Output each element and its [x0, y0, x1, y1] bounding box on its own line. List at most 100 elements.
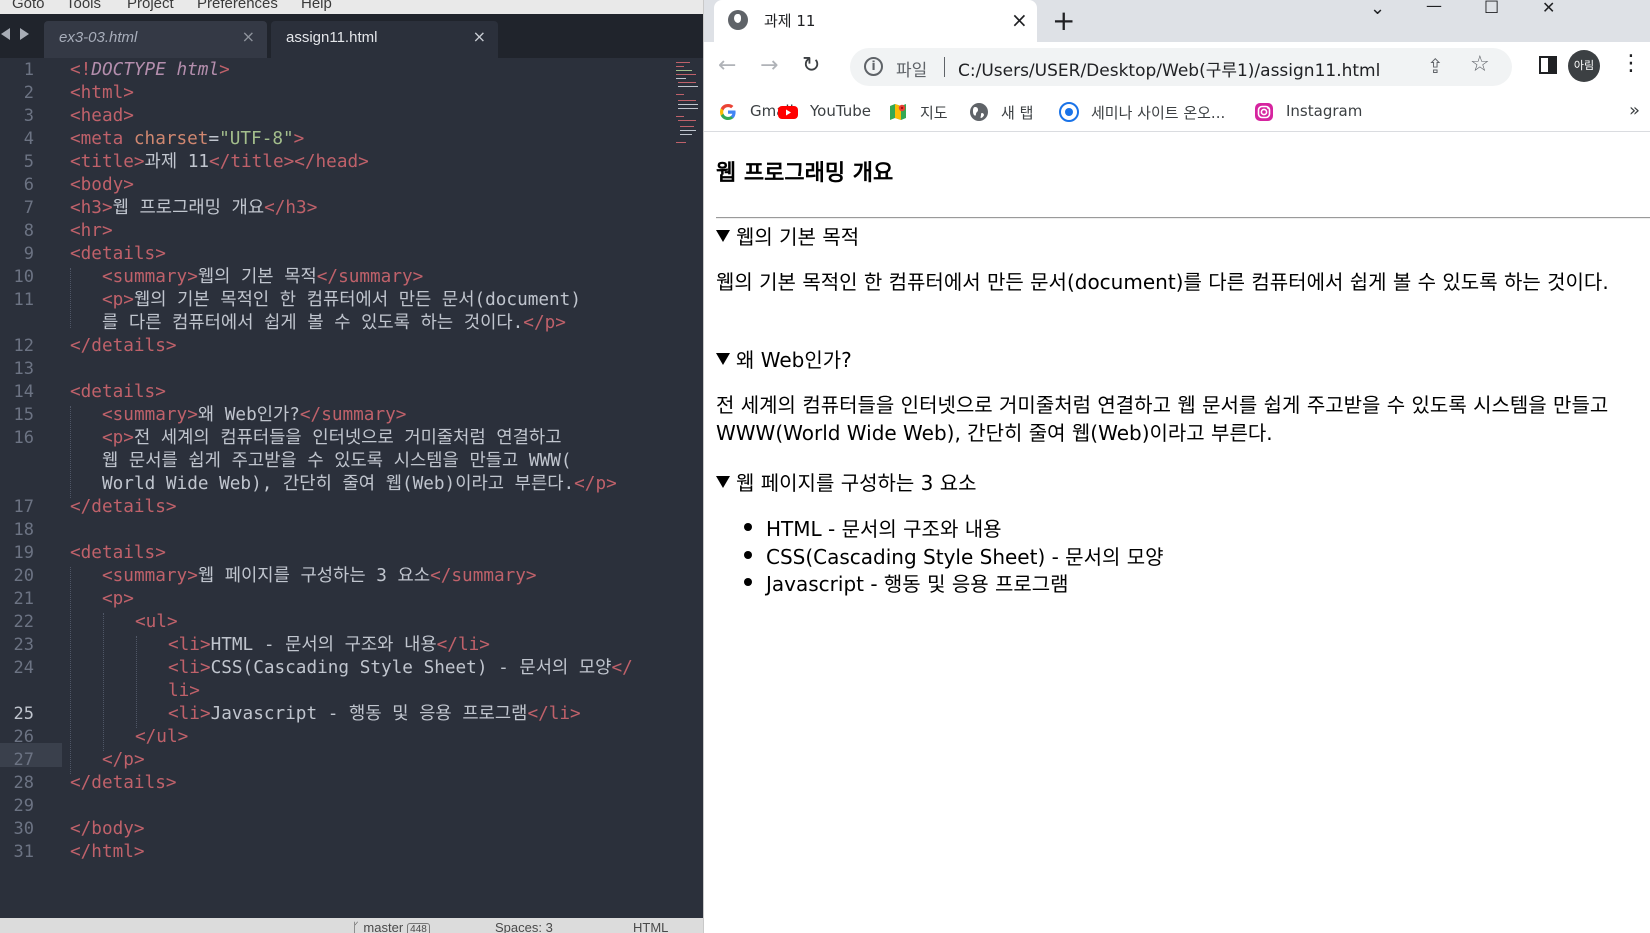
editor-menubar: Goto Tools Project Preferences Help — [0, 0, 703, 14]
editor-scroll-track[interactable] — [676, 58, 703, 918]
details-summary-components[interactable]: 웹 페이지를 구성하는 3 요소 — [716, 467, 977, 496]
back-arrow-icon[interactable]: ← — [718, 53, 736, 78]
globe-icon — [970, 103, 988, 121]
minimize-icon[interactable]: — — [1426, 0, 1442, 15]
bookmark-maps[interactable]: 지도 — [888, 100, 958, 124]
browser-toolbar: ← → ↻ i 파일 C:/Users/USER/Desktop/Web(구루1… — [704, 42, 1650, 92]
tab-scroll-left-icon[interactable] — [1, 28, 10, 40]
details-summary-purpose[interactable]: 웹의 기본 목적 — [716, 221, 859, 250]
editor-status-bar: ᚴ master 448 Spaces: 3 HTML — [0, 918, 703, 933]
line-number: 18 — [13, 520, 34, 540]
line-number-current: 25 — [13, 704, 34, 724]
new-tab-button[interactable]: + — [1052, 4, 1075, 37]
line-number: 13 — [13, 359, 34, 379]
tab-search-icon[interactable]: ⌄ — [1370, 0, 1385, 19]
line-number: 21 — [13, 589, 34, 609]
line-number: 3 — [23, 106, 34, 126]
sublime-editor-window: Goto Tools Project Preferences Help ex3-… — [0, 0, 703, 933]
line-number: 15 — [13, 405, 34, 425]
close-icon[interactable]: × — [473, 27, 486, 46]
bookmark-instagram[interactable]: Instagram — [1254, 100, 1374, 124]
indentation-status[interactable]: Spaces: 3 — [495, 920, 553, 933]
tab-scroll-right-icon[interactable] — [20, 28, 29, 40]
indent-guide — [103, 613, 104, 751]
side-panel-icon[interactable] — [1539, 56, 1557, 74]
close-icon[interactable]: × — [1011, 8, 1028, 32]
line-number: 29 — [13, 796, 34, 816]
bookmark-youtube[interactable]: YouTube — [778, 100, 878, 124]
indent-guide — [70, 406, 71, 498]
address-url[interactable]: C:/Users/USER/Desktop/Web(구루1)/assign11.… — [958, 56, 1380, 81]
code-line: </ul> — [135, 727, 189, 747]
address-bar[interactable]: i 파일 C:/Users/USER/Desktop/Web(구루1)/assi… — [850, 48, 1512, 86]
line-number: 26 — [13, 727, 34, 747]
menu-tools[interactable]: Tools — [66, 0, 101, 12]
code-line: </body> — [70, 819, 145, 839]
line-number: 4 — [23, 129, 34, 149]
code-line: <body> — [70, 175, 134, 195]
code-line: <h3>웹 프로그래밍 개요</h3> — [70, 198, 318, 218]
tab-ex3-03[interactable]: ex3-03.html × — [44, 21, 267, 58]
summary-label: 웹 페이지를 구성하는 3 요소 — [736, 471, 977, 495]
bookmark-new-tab[interactable]: 새 탭 — [969, 100, 1049, 124]
line-number: 12 — [13, 336, 34, 356]
close-icon[interactable]: × — [242, 27, 255, 46]
code-line: <p>전 세계의 컴퓨터들을 인터넷으로 거미줄처럼 연결하고 — [102, 428, 562, 448]
instagram-icon — [1255, 103, 1273, 121]
bookmark-seminar[interactable]: 세미나 사이트 온오... — [1059, 100, 1249, 124]
list-item: Javascript - 행동 및 응용 프로그램 — [744, 568, 1069, 597]
more-menu-icon[interactable]: ⋮ — [1620, 51, 1642, 76]
bookmarks-overflow-icon[interactable]: » — [1629, 100, 1640, 121]
menu-help[interactable]: Help — [301, 0, 332, 12]
code-line: <summary>웹의 기본 목적</summary> — [102, 267, 424, 287]
code-line: <title>과제 11</title></head> — [70, 152, 369, 172]
maximize-icon[interactable]: ☐ — [1484, 0, 1499, 18]
menu-preferences[interactable]: Preferences — [197, 0, 278, 12]
forward-arrow-icon[interactable]: → — [760, 53, 778, 78]
line-number: 28 — [13, 773, 34, 793]
globe-icon — [728, 10, 748, 30]
bookmark-star-icon[interactable]: ☆ — [1470, 52, 1490, 77]
minimap[interactable] — [676, 60, 700, 150]
share-icon[interactable]: ⇪ — [1427, 54, 1444, 78]
profile-avatar[interactable]: 아림 — [1568, 50, 1600, 82]
code-area[interactable]: 1 2 3 4 5 6 7 8 9 10 11 12 13 14 15 16 1… — [0, 58, 680, 918]
code-line: World Wide Web), 간단히 줄여 웹(Web)이라고 부른다.</… — [102, 474, 617, 494]
editor-tab-bar: ex3-03.html × assign11.html × — [0, 14, 703, 58]
menu-project[interactable]: Project — [127, 0, 174, 12]
line-number: 8 — [23, 221, 34, 241]
details-summary-why-web[interactable]: 왜 Web인가? — [716, 344, 852, 373]
tab-assign11[interactable]: assign11.html × — [271, 21, 498, 58]
bookmark-label: YouTube — [810, 102, 871, 120]
summary-label: 왜 Web인가? — [736, 348, 852, 372]
code-line: <meta charset="UTF-8"> — [70, 129, 305, 149]
code-line: </details> — [70, 497, 177, 517]
line-number: 31 — [13, 842, 34, 862]
indent-guide — [70, 567, 71, 774]
youtube-icon — [778, 106, 798, 119]
reload-icon[interactable]: ↻ — [802, 53, 820, 78]
branch-name: master — [363, 920, 404, 933]
code-line: <details> — [70, 543, 166, 563]
line-number: 30 — [13, 819, 34, 839]
line-number: 6 — [23, 175, 34, 195]
code-line: <!DOCTYPE html> — [70, 60, 230, 80]
code-line: <summary>웹 페이지를 구성하는 3 요소</summary> — [102, 566, 537, 586]
bookmark-label: 지도 — [920, 104, 948, 122]
seminar-icon — [1059, 102, 1079, 122]
syntax-status[interactable]: HTML — [633, 920, 668, 933]
code-line: <ul> — [135, 612, 178, 632]
line-number: 19 — [13, 543, 34, 563]
info-icon[interactable]: i — [864, 57, 883, 76]
bookmark-label: 세미나 사이트 온오... — [1091, 104, 1226, 122]
line-number: 16 — [13, 428, 34, 448]
code-line: 웹 문서를 쉽게 주고받을 수 있도록 시스템을 만들고 WWW( — [102, 451, 572, 471]
browser-title-bar: 과제 11 × + ⌄ — ☐ ✕ — [704, 0, 1650, 42]
browser-tab-active[interactable]: 과제 11 × — [714, 0, 1037, 42]
list-item: HTML - 문서의 구조와 내용 — [744, 513, 1002, 542]
close-window-icon[interactable]: ✕ — [1542, 0, 1555, 17]
chrome-browser-window: 과제 11 × + ⌄ — ☐ ✕ ← → ↻ i 파일 C:/Users/US… — [703, 0, 1650, 933]
menu-goto[interactable]: Goto — [12, 0, 45, 12]
git-branch-status[interactable]: ᚴ master 448 — [352, 920, 430, 933]
bookmark-label: Instagram — [1286, 102, 1363, 120]
